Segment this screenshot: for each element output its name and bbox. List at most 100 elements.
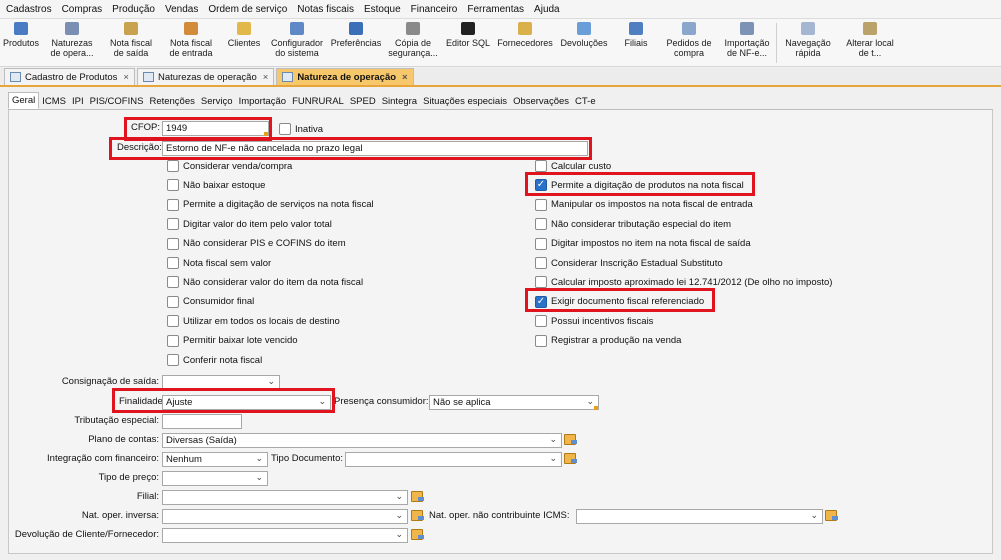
descricao-field[interactable]: Estorno de NF-e não cancelada no prazo l…	[162, 141, 588, 156]
toolbar-button[interactable]: Devoluções	[556, 19, 612, 65]
consignacao-select[interactable]: ⌄	[162, 375, 280, 390]
menu-item[interactable]: Compras	[62, 4, 103, 15]
option-label: Permitir baixar lote vencido	[183, 335, 298, 347]
toolbar-button[interactable]: Pedidos de compra	[660, 19, 718, 65]
form-tab[interactable]: Sintegra	[379, 93, 420, 109]
menu-item[interactable]: Notas fiscais	[297, 4, 354, 15]
option-checkbox[interactable]: Manipular os impostos na nota fiscal de …	[535, 198, 753, 212]
option-label: Digitar valor do item pelo valor total	[183, 218, 332, 230]
lookup-icon[interactable]	[411, 491, 424, 502]
checkbox-box	[167, 315, 179, 328]
toolbar-button[interactable]: Cópia de segurança...	[384, 19, 442, 65]
cfop-field[interactable]: 1949	[162, 121, 269, 136]
toolbar-button[interactable]: Naturezas de opera...	[42, 19, 102, 65]
finalidade-select[interactable]: Ajuste ⌄	[162, 395, 331, 410]
toolbar-button[interactable]: Editor SQL	[442, 19, 494, 65]
option-label: Calcular custo	[551, 160, 612, 172]
option-checkbox[interactable]: Permite a digitação de serviços na nota …	[167, 198, 374, 212]
close-icon[interactable]: ×	[263, 72, 269, 83]
option-label: Não considerar tributação especial do it…	[551, 218, 732, 230]
option-checkbox[interactable]: Consumidor final	[167, 295, 254, 309]
form-tab[interactable]: Serviço	[198, 93, 236, 109]
devolucao-select[interactable]: ⌄	[162, 528, 408, 543]
option-checkbox[interactable]: Calcular imposto aproximado lei 12.741/2…	[535, 275, 832, 289]
lookup-icon[interactable]	[411, 510, 424, 521]
toolbar-button[interactable]: Alterar local de t...	[839, 19, 901, 65]
option-checkbox[interactable]: Não considerar tributação especial do it…	[535, 217, 731, 231]
lookup-icon[interactable]	[411, 529, 424, 540]
form-tab[interactable]: PIS/COFINS	[87, 93, 147, 109]
option-checkbox[interactable]: Considerar Inscrição Estadual Substituto	[535, 256, 723, 270]
nature-icon	[65, 22, 79, 35]
option-checkbox[interactable]: Registrar a produção na venda	[535, 334, 681, 348]
menu-item[interactable]: Financeiro	[411, 4, 458, 15]
option-checkbox[interactable]: Possui incentivos fiscais	[535, 314, 653, 328]
document-tab[interactable]: Naturezas de operação ×	[136, 68, 275, 85]
form-tab[interactable]: FUNRURAL	[289, 93, 347, 109]
toolbar-button[interactable]: Fornecedores	[494, 19, 556, 65]
close-icon[interactable]: ×	[402, 72, 408, 83]
form-tab[interactable]: Importação	[236, 93, 290, 109]
option-checkbox[interactable]: Não considerar PIS e COFINS do item	[167, 237, 346, 251]
tributacao-field[interactable]	[162, 414, 242, 429]
menu-item[interactable]: Ferramentas	[467, 4, 524, 15]
option-checkbox[interactable]: Digitar impostos no item na nota fiscal …	[535, 237, 751, 251]
form-tab[interactable]: CT-e	[572, 93, 599, 109]
option-checkbox[interactable]: Considerar venda/compra	[167, 159, 292, 173]
toolbar-button[interactable]: Configurador do sistema	[266, 19, 328, 65]
toolbar-button[interactable]: Preferências	[328, 19, 384, 65]
lookup-icon[interactable]	[564, 453, 577, 464]
option-checkbox[interactable]: Calcular custo	[535, 159, 611, 173]
toolbar-button[interactable]: Navegação rápida	[777, 19, 839, 65]
form-tab[interactable]: Geral	[8, 92, 40, 109]
menu-item[interactable]: Ordem de serviço	[208, 4, 287, 15]
lookup-icon[interactable]	[564, 434, 577, 445]
toolbar-button-label: Preferências	[330, 38, 382, 48]
option-checkbox[interactable]: Conferir nota fiscal	[167, 353, 262, 367]
toolbar-button-label: Produtos	[2, 38, 40, 48]
menu-item[interactable]: Vendas	[165, 4, 198, 15]
nat-nao-contrib-select[interactable]: ⌄	[576, 509, 823, 524]
menu-item[interactable]: Ajuda	[534, 4, 560, 15]
form-tab[interactable]: Retenções	[146, 93, 197, 109]
toolbar-button[interactable]: Clientes	[222, 19, 266, 65]
form-tab[interactable]: Situações especiais	[420, 93, 510, 109]
option-checkbox[interactable]: Permitir baixar lote vencido	[167, 334, 298, 348]
presenca-select[interactable]: Não se aplica ⌄	[429, 395, 599, 410]
toolbar-button[interactable]: Importação de NF-e...	[718, 19, 776, 65]
menu-item[interactable]: Cadastros	[6, 4, 52, 15]
form-tab[interactable]: SPED	[347, 93, 379, 109]
form-tab[interactable]: IPI	[69, 93, 87, 109]
menu-item[interactable]: Estoque	[364, 4, 401, 15]
option-checkbox[interactable]: Não baixar estoque	[167, 178, 265, 192]
nat-inversa-select[interactable]: ⌄	[162, 509, 408, 524]
document-tab[interactable]: Cadastro de Produtos ×	[4, 68, 135, 85]
menu-item[interactable]: Produção	[112, 4, 155, 15]
toolbar-button[interactable]: Filiais	[612, 19, 660, 65]
form-tab[interactable]: Observações	[510, 93, 572, 109]
close-icon[interactable]: ×	[123, 72, 129, 83]
integracao-select[interactable]: Nenhum ⌄	[162, 452, 268, 467]
inativa-checkbox[interactable]: Inativa	[279, 122, 323, 136]
plano-select[interactable]: Diversas (Saída) ⌄	[162, 433, 562, 448]
option-checkbox[interactable]: Digitar valor do item pelo valor total	[167, 217, 332, 231]
option-label: Registrar a produção na venda	[551, 335, 682, 347]
filial-select[interactable]: ⌄	[162, 490, 408, 505]
tributacao-label: Tributação especial:	[74, 415, 159, 426]
lookup-icon[interactable]	[825, 510, 838, 521]
option-checkbox[interactable]: Utilizar em todos os locais de destino	[167, 314, 340, 328]
option-label: Não considerar valor do item da nota fis…	[183, 276, 364, 288]
option-checkbox[interactable]: Não considerar valor do item da nota fis…	[167, 275, 363, 289]
toolbar-button[interactable]: Nota fiscal de saída	[102, 19, 160, 65]
option-checkbox[interactable]: Nota fiscal sem valor	[167, 256, 271, 270]
option-checkbox[interactable]: ✓ Exigir documento fiscal referenciado	[535, 295, 704, 309]
checkbox-box	[535, 334, 547, 347]
toolbar-button[interactable]: Produtos	[0, 19, 42, 65]
nat-nao-contrib-label: Nat. oper. não contribuinte ICMS:	[429, 510, 570, 521]
tipo-documento-select[interactable]: ⌄	[345, 452, 562, 467]
document-tab[interactable]: Natureza de operação ×	[276, 68, 414, 85]
toolbar-button[interactable]: Nota fiscal de entrada	[160, 19, 222, 65]
tipo-preco-select[interactable]: ⌄	[162, 471, 268, 486]
form-tab[interactable]: ICMS	[39, 93, 69, 109]
option-checkbox[interactable]: ✓ Permite a digitação de produtos na nota…	[535, 178, 744, 192]
